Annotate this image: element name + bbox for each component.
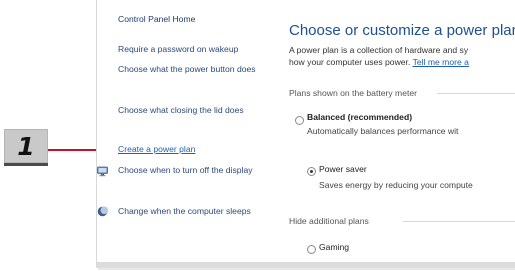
description-line-2: how your computer uses power. Tell me mo…	[289, 56, 469, 68]
sleep-moon-icon	[97, 206, 109, 217]
gaming-plan-radio[interactable]	[307, 245, 316, 254]
power-saver-radio[interactable]	[307, 167, 316, 176]
sidebar-item-create-power-plan[interactable]: Create a power plan	[118, 144, 268, 156]
power-saver-description: Saves energy by reducing your compute	[319, 180, 473, 190]
gaming-plan-label[interactable]: Gaming	[319, 242, 349, 252]
callout-number-badge: 1	[4, 129, 48, 166]
page-title: Choose or customize a power plan	[289, 22, 515, 39]
sidebar-item-closing-lid[interactable]: Choose what closing the lid does	[118, 105, 268, 117]
sidebar-item-require-password[interactable]: Require a password on wakeup	[118, 44, 268, 56]
balanced-plan-radio[interactable]	[295, 116, 304, 125]
group-divider	[437, 93, 515, 94]
battery-meter-group-label: Plans shown on the battery meter	[289, 88, 418, 98]
hidden-group-divider	[403, 221, 515, 222]
description-line-1: A power plan is a collection of hardware…	[289, 45, 469, 55]
display-icon	[97, 166, 109, 177]
sidebar: Control Panel Home Require a password on…	[97, 0, 272, 262]
sidebar-item-computer-sleeps[interactable]: Change when the computer sleeps	[118, 206, 268, 218]
page-description: A power plan is a collection of hardware…	[289, 44, 469, 68]
description-line-2-text: how your computer uses power.	[289, 57, 413, 67]
hide-additional-plans-label[interactable]: Hide additional plans	[289, 216, 369, 226]
main-content: Choose or customize a power plan A power…	[289, 0, 515, 262]
power-options-window: Control Panel Home Require a password on…	[96, 0, 515, 268]
sidebar-item-power-button[interactable]: Choose what the power button does	[118, 64, 268, 76]
callout-number: 1	[17, 131, 35, 161]
control-panel-home-link[interactable]: Control Panel Home	[118, 14, 195, 26]
sidebar-item-turn-off-display[interactable]: Choose when to turn off the display	[118, 165, 268, 177]
learn-more-link[interactable]: Tell me more a	[413, 57, 469, 67]
power-saver-label[interactable]: Power saver	[319, 164, 367, 174]
balanced-plan-description: Automatically balances performance wit	[307, 126, 459, 136]
balanced-plan-label[interactable]: Balanced (recommended)	[307, 112, 412, 122]
